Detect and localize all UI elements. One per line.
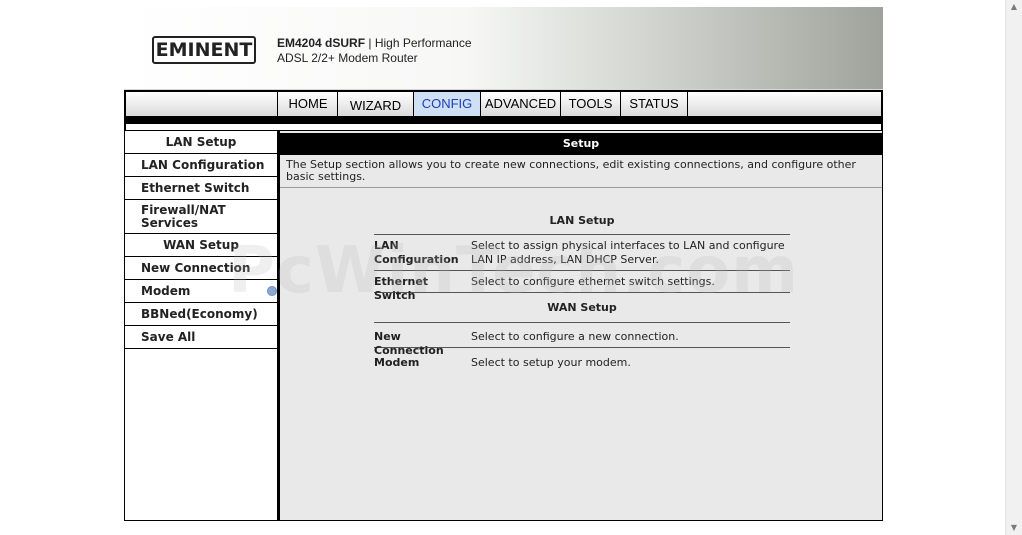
row-label-lan-configuration[interactable]: LAN Configuration: [374, 239, 470, 267]
tab-config[interactable]: CONFIG: [414, 92, 481, 117]
lan-setup-heading: LAN Setup: [374, 209, 790, 235]
vertical-scrollbar[interactable]: ▲ ▼: [1005, 0, 1022, 535]
sidebar-item-new-connection[interactable]: New Connection: [125, 257, 277, 280]
intro-text: The Setup section allows you to create n…: [280, 155, 882, 188]
nav-spacer: [126, 92, 278, 117]
sidebar-item-modem[interactable]: Modem: [125, 280, 277, 303]
table-row[interactable]: Ethernet Switch Select to configure ethe…: [374, 271, 790, 302]
product-model: EM4204 dSURF: [277, 36, 366, 50]
scroll-down-icon[interactable]: ▼: [1006, 522, 1022, 534]
sidebar-item-lan-configuration[interactable]: LAN Configuration: [125, 154, 277, 177]
product-tagline: | High Performance: [365, 36, 472, 50]
scroll-up-icon[interactable]: ▲: [1006, 1, 1022, 13]
eminent-logo: EMINENT: [152, 36, 256, 64]
product-subtitle: ADSL 2/2+ Modem Router: [277, 51, 418, 65]
page-title: Setup: [280, 133, 882, 155]
circle-icon: [267, 286, 277, 296]
tab-wizard[interactable]: WIZARD: [338, 92, 414, 117]
sidebar-heading-wan-setup: WAN Setup: [125, 234, 277, 257]
row-desc: Select to setup your modem.: [471, 356, 631, 369]
row-desc: Select to configure ethernet switch sett…: [471, 275, 715, 288]
header-banner: EMINENT EM4204 dSURF | High Performance …: [124, 7, 883, 90]
setup-table: LAN Setup LAN Configuration Select to as…: [374, 209, 790, 372]
table-row[interactable]: New Connection Select to configure a new…: [374, 323, 790, 357]
row-desc: Select to configure a new connection.: [471, 330, 679, 343]
sidebar: LAN Setup LAN Configuration Ethernet Swi…: [124, 130, 278, 521]
main-content: Setup The Setup section allows you to cr…: [278, 130, 883, 521]
page: EMINENT EM4204 dSURF | High Performance …: [0, 0, 1022, 535]
tab-status[interactable]: STATUS: [621, 92, 688, 117]
table-row[interactable]: LAN Configuration Select to assign physi…: [374, 235, 790, 271]
table-row[interactable]: Modem Select to setup your modem.: [374, 348, 790, 372]
row-label-modem[interactable]: Modem: [374, 356, 470, 370]
tab-home[interactable]: HOME: [279, 92, 338, 117]
sidebar-item-bbned-economy[interactable]: BBNed(Economy): [125, 303, 277, 326]
sidebar-heading-lan-setup: LAN Setup: [125, 131, 277, 154]
tab-advanced[interactable]: ADVANCED: [481, 92, 561, 117]
row-desc: Select to assign physical interfaces to …: [471, 239, 785, 266]
nav-divider: [124, 116, 883, 124]
sidebar-item-ethernet-switch[interactable]: Ethernet Switch: [125, 177, 277, 200]
top-nav: HOME WIZARD CONFIG ADVANCED TOOLS STATUS: [124, 90, 883, 117]
wan-setup-heading: WAN Setup: [374, 293, 790, 323]
product-name: EM4204 dSURF | High Performance ADSL 2/2…: [277, 36, 472, 66]
sidebar-item-save-all[interactable]: Save All: [125, 326, 277, 349]
tab-tools[interactable]: TOOLS: [561, 92, 621, 117]
sidebar-item-label: Modem: [141, 284, 191, 298]
sidebar-item-firewall-nat-services[interactable]: Firewall/NAT Services: [125, 200, 277, 234]
